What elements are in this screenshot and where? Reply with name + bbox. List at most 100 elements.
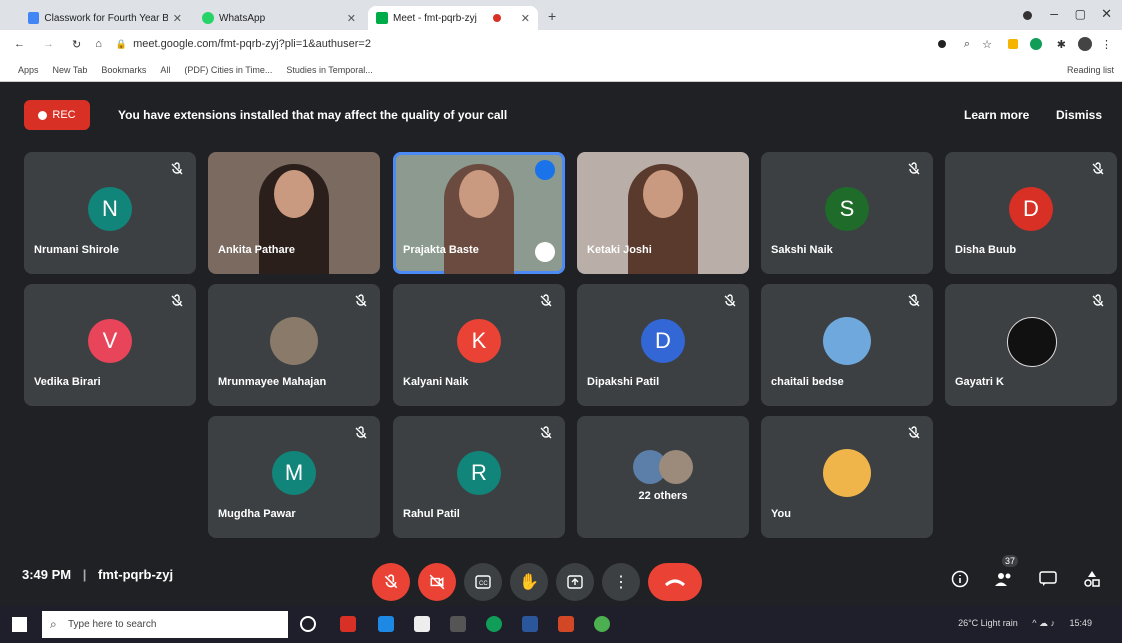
search-icon: ⌕ xyxy=(50,617,57,631)
self-tile[interactable]: You xyxy=(761,416,933,538)
bookmarks-bar: Apps New Tab Bookmarks All (PDF) Cities … xyxy=(0,58,1122,82)
taskbar-search[interactable]: ⌕ Type here to search xyxy=(42,611,288,638)
participant-tile[interactable]: chaitali bedse xyxy=(761,284,933,406)
participant-name: Nrumani Shirole xyxy=(34,244,119,256)
mic-off-icon xyxy=(1092,294,1104,307)
meet-stage: REC You have extensions installed that m… xyxy=(8,86,1122,605)
avatar: S xyxy=(825,187,869,231)
others-count: 22 others xyxy=(638,490,688,502)
learn-more-button[interactable]: Learn more xyxy=(964,108,1029,122)
maximize-button[interactable]: ▢ xyxy=(1075,7,1086,21)
participant-name: Prajakta Baste xyxy=(403,244,479,256)
bookmark-all[interactable]: All xyxy=(160,65,170,75)
participant-tile[interactable]: D Disha Buub xyxy=(945,152,1117,274)
avatar: N xyxy=(88,187,132,231)
profile-avatar[interactable] xyxy=(1078,37,1092,51)
extension-icon[interactable] xyxy=(1030,38,1042,50)
participant-name: Vedika Birari xyxy=(34,376,101,388)
address-bar-row: ← → ↻ ⌂ 🔒 meet.google.com/fmt-pqrb-zyj?p… xyxy=(0,30,1122,58)
participant-name: Dipakshi Patil xyxy=(587,376,660,388)
reload-icon[interactable]: ↻ xyxy=(72,38,81,51)
participant-name: You xyxy=(771,508,791,520)
close-icon[interactable]: ✕ xyxy=(521,12,530,25)
avatar: D xyxy=(1009,187,1053,231)
participant-name: Disha Buub xyxy=(955,244,1017,256)
home-icon[interactable]: ⌂ xyxy=(95,38,102,50)
mic-off-icon xyxy=(908,426,920,439)
cortana-icon[interactable] xyxy=(300,616,316,632)
bookmark-studies[interactable]: Studies in Temporal... xyxy=(286,65,372,75)
extension-icon[interactable] xyxy=(1008,39,1018,49)
participant-tile[interactable]: S Sakshi Naik xyxy=(761,152,933,274)
app-icon[interactable] xyxy=(414,616,430,632)
puzzle-icon[interactable]: ✱ xyxy=(1057,38,1066,51)
separator: | xyxy=(82,567,87,582)
captions-button[interactable]: CC xyxy=(464,563,502,601)
tab-whatsapp[interactable]: WhatsApp ✕ xyxy=(194,6,364,30)
extensions-banner: REC You have extensions installed that m… xyxy=(8,86,1122,142)
close-icon[interactable]: ✕ xyxy=(347,12,356,25)
app-icon[interactable] xyxy=(450,616,466,632)
participant-tile[interactable]: K Kalyani Naik xyxy=(393,284,565,406)
meeting-info: 3:49 PM | fmt-pqrb-zyj xyxy=(22,567,173,582)
participant-tile[interactable]: M Mugdha Pawar xyxy=(208,416,380,538)
taskbar-clock[interactable]: 15:49 xyxy=(1069,618,1092,628)
camera-toggle-button[interactable] xyxy=(418,563,456,601)
bookmark-star-icon[interactable]: ☆ xyxy=(982,38,992,51)
tab-search-icon[interactable] xyxy=(1023,11,1032,20)
zoom-icon[interactable]: ⌕ xyxy=(964,38,970,51)
others-tile[interactable]: 22 others xyxy=(577,416,749,538)
bookmark-bookmarks[interactable]: Bookmarks xyxy=(101,65,146,75)
lock-icon: 🔒 xyxy=(115,38,128,49)
tab-meet[interactable]: Meet - fmt-pqrb-zyj ✕ xyxy=(368,6,538,30)
rec-label: REC xyxy=(52,109,76,121)
activities-button[interactable] xyxy=(1080,567,1104,591)
bookmark-apps[interactable]: Apps xyxy=(18,65,39,75)
others-avatars xyxy=(633,450,695,486)
participant-tile[interactable]: D Dipakshi Patil xyxy=(577,284,749,406)
tab-classwork[interactable]: Classwork for Fourth Year B.Arch ✕ xyxy=(20,6,190,30)
profile-photo xyxy=(270,317,318,365)
tray-icons[interactable]: ^ ☁ ♪ xyxy=(1032,618,1055,628)
present-button[interactable] xyxy=(556,563,594,601)
participant-tile[interactable]: N Nrumani Shirole xyxy=(24,152,196,274)
close-window-button[interactable]: ✕ xyxy=(1101,6,1112,22)
windows-start-icon[interactable] xyxy=(12,617,27,632)
edge-icon[interactable] xyxy=(486,616,502,632)
people-button[interactable]: 37 xyxy=(992,555,1018,591)
bookmark-newtab[interactable]: New Tab xyxy=(53,65,88,75)
chrome-icon[interactable] xyxy=(594,616,610,632)
participant-video-tile[interactable]: Ketaki Joshi xyxy=(577,152,749,274)
meeting-details-button[interactable] xyxy=(948,567,972,591)
forward-icon[interactable]: → xyxy=(43,38,54,50)
minimize-button[interactable]: – xyxy=(1050,5,1058,21)
office-icon[interactable] xyxy=(558,616,574,632)
participant-tile[interactable]: Mrunmayee Mahajan xyxy=(208,284,380,406)
leave-call-button[interactable] xyxy=(648,563,702,601)
menu-icon[interactable]: ⋮ xyxy=(1101,38,1112,51)
participant-tile[interactable]: V Vedika Birari xyxy=(24,284,196,406)
camera-indicator-icon[interactable] xyxy=(938,40,946,48)
participant-video-tile[interactable]: Ankita Pathare xyxy=(208,152,380,274)
app-icon[interactable] xyxy=(378,616,394,632)
participant-tile[interactable]: R Rahul Patil xyxy=(393,416,565,538)
close-icon[interactable]: ✕ xyxy=(173,12,182,25)
whatsapp-icon xyxy=(202,12,214,24)
reading-list[interactable]: Reading list xyxy=(1067,65,1114,75)
mic-toggle-button[interactable] xyxy=(372,563,410,601)
weather-widget[interactable]: 26°C Light rain xyxy=(958,618,1018,628)
chat-button[interactable] xyxy=(1036,567,1060,591)
dismiss-button[interactable]: Dismiss xyxy=(1056,108,1102,122)
pin-icon[interactable] xyxy=(535,242,555,262)
word-icon[interactable] xyxy=(522,616,538,632)
new-tab-button[interactable]: + xyxy=(548,8,556,24)
acrobat-icon[interactable] xyxy=(340,616,356,632)
participant-video-tile[interactable]: Prajakta Baste xyxy=(393,152,565,274)
url-input[interactable]: meet.google.com/fmt-pqrb-zyj?pli=1&authu… xyxy=(133,38,371,50)
more-options-button[interactable]: ⋮ xyxy=(602,563,640,601)
bookmark-cities[interactable]: (PDF) Cities in Time... xyxy=(184,65,272,75)
participant-name: Kalyani Naik xyxy=(403,376,469,388)
participant-tile[interactable]: Gayatri K xyxy=(945,284,1117,406)
back-icon[interactable]: ← xyxy=(14,38,25,50)
raise-hand-button[interactable]: ✋ xyxy=(510,563,548,601)
